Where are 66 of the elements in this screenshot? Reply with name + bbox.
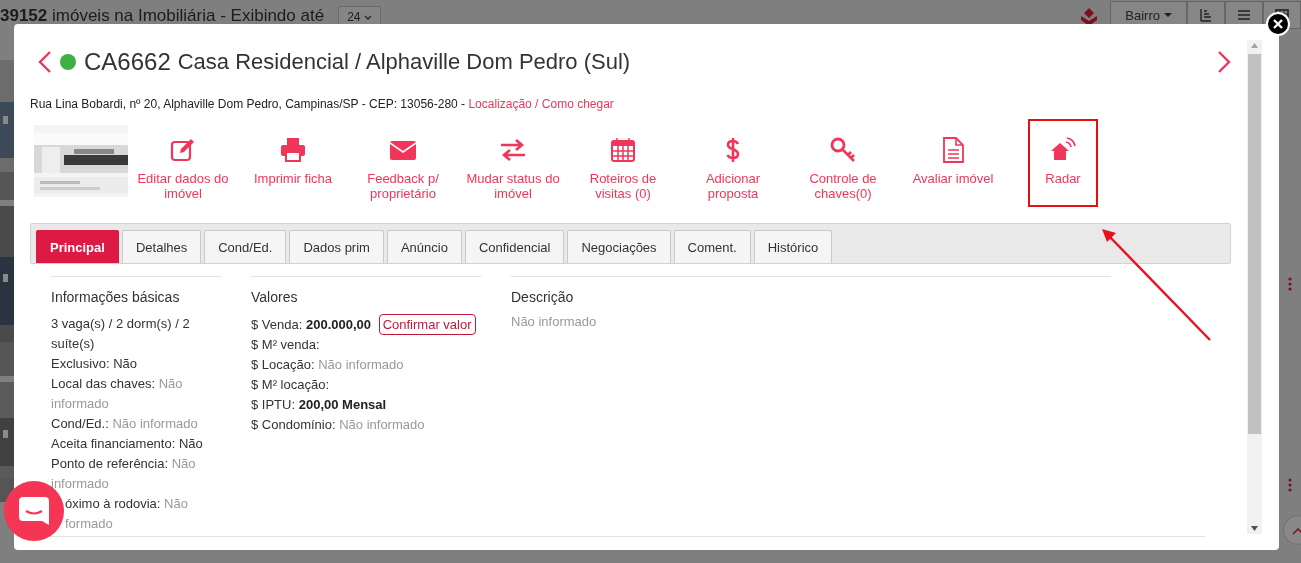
scroll-up-icon[interactable] (1251, 43, 1258, 48)
section-heading: Informações básicas (51, 289, 181, 305)
confirm-value-button[interactable]: Confirmar valor (378, 314, 476, 335)
edit-icon (170, 137, 196, 163)
field-row-text: $ M² locação: (251, 377, 330, 392)
scrollbar-thumb[interactable] (1248, 54, 1261, 434)
field-row-text: $ Locação: Não informado (251, 357, 404, 372)
property-code: CA6662 (84, 48, 171, 76)
action-button[interactable]: Feedback p/ proprietário (348, 119, 458, 201)
field-row-text: Aceita financiamento: Não (51, 436, 203, 451)
action-button[interactable]: Adicionar proposta (678, 119, 788, 201)
close-icon (1273, 19, 1283, 29)
tab[interactable]: Detalhes (121, 230, 202, 263)
scroll-down-icon[interactable] (1251, 526, 1258, 531)
tab[interactable]: Confidencial (464, 230, 565, 263)
address-text: Rua Lina Bobardi, nº 20, Alphaville Dom Pedro, Campinas/SP - CEP: 13056-280 - (30, 97, 467, 111)
chevron-right-icon[interactable] (1217, 50, 1231, 74)
sort-icon[interactable] (1198, 7, 1214, 23)
field-row-text: Local das chaves: Não informado (51, 376, 183, 411)
section-heading: Descrição (511, 289, 575, 305)
calendar-icon (610, 137, 636, 163)
action-button[interactable]: Mudar status do imóvel (458, 119, 568, 201)
kebab-menu-icon[interactable] (1288, 277, 1292, 291)
tab[interactable]: Histórico (753, 230, 833, 263)
action-button[interactable]: Roteiros de visitas (0) (568, 119, 678, 201)
field-row-text: Ponto de referência: Não informado (51, 456, 196, 491)
key-icon (830, 137, 856, 163)
action-button[interactable]: Editar dados do imóvel (128, 119, 238, 201)
field-row-text: Exclusivo: Não (51, 356, 137, 371)
tab[interactable]: Coment. (673, 230, 751, 263)
action-button[interactable]: Imprimir ficha (238, 119, 348, 186)
action-button[interactable]: Controle de chaves(0) (788, 119, 898, 201)
caret-icon (1164, 12, 1172, 18)
tab[interactable]: Cond/Ed. (204, 230, 287, 263)
field-row-text: $ Venda: 200.000,00 (251, 317, 372, 332)
chevron-up-icon (1292, 526, 1301, 535)
field-row-text: 3 vaga(s) / 2 dorm(s) / 2 suíte(s) (51, 316, 190, 351)
list-icon[interactable] (1236, 7, 1252, 23)
directions-link[interactable]: Como chegar (541, 97, 614, 111)
caret-icon (363, 15, 372, 21)
chat-icon (19, 497, 49, 525)
result-count-text: 39152 imóveis na Imobiliária - Exibindo até (0, 6, 325, 26)
field-row-text: $ Condomínio: Não informado (251, 417, 425, 432)
section-heading: Valores (251, 289, 299, 305)
property-title: Casa Residencial / Alphaville Dom Pedro (Sul) (177, 49, 631, 75)
document-icon (940, 137, 966, 163)
tab[interactable]: Anúncio (386, 230, 462, 263)
scrollbar[interactable] (1247, 40, 1262, 534)
status-dot-icon (60, 54, 76, 70)
field-row-text: Cond/Ed.: Não informado (51, 416, 198, 431)
description-text: Não informado (511, 314, 598, 329)
tab[interactable]: Principal (36, 230, 119, 263)
kebab-menu-icon[interactable] (1288, 478, 1292, 492)
link-separator: / (534, 97, 540, 111)
location-link[interactable]: Localização (468, 97, 532, 111)
chevron-left-icon[interactable] (38, 50, 52, 74)
house-signal-icon (1050, 137, 1076, 163)
printer-icon (280, 137, 306, 163)
tab[interactable]: Negociações (567, 230, 671, 263)
swap-arrows-icon (500, 137, 526, 163)
field-row-text: óximo à rodovia: Não formado (65, 496, 188, 531)
action-button[interactable]: Radar (1028, 119, 1098, 207)
field-row-text: $ M² venda: (251, 337, 320, 352)
tab[interactable]: Dados prim (289, 230, 384, 263)
action-button[interactable]: Avaliar imóvel (898, 119, 1008, 186)
field-row-text: $ IPTU: 200,00 Mensal (251, 397, 387, 412)
